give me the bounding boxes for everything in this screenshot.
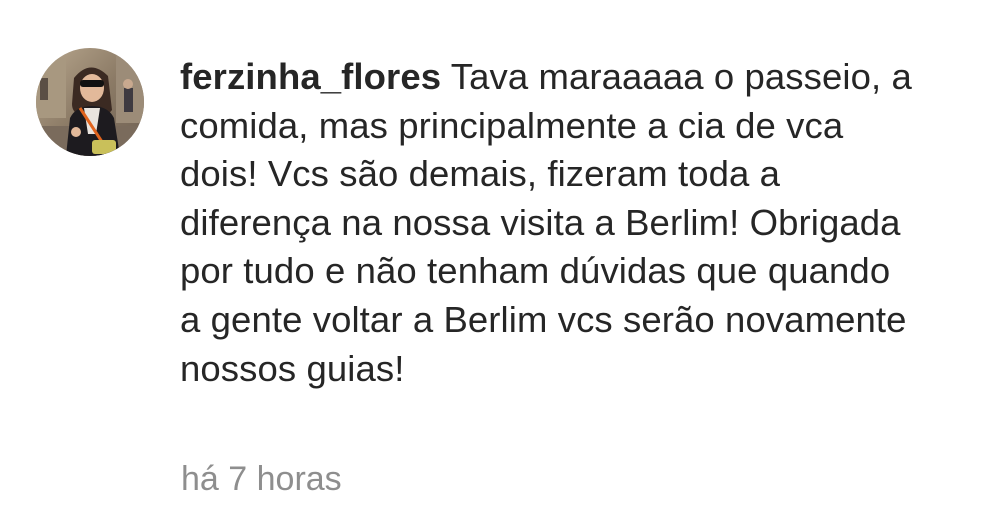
user-avatar[interactable] [36,48,144,156]
comment-item: ferzinha_flores Tava maraaaaa o passeio,… [0,0,988,523]
comment-username[interactable]: ferzinha_flores [180,56,441,97]
comment-body: ferzinha_flores Tava maraaaaa o passeio,… [180,53,920,393]
comment-timestamp[interactable]: há 7 horas [181,457,342,501]
avatar-photo-icon [36,48,144,156]
comment-text: Tava maraaaaa o passeio, a comida, mas p… [180,56,912,389]
